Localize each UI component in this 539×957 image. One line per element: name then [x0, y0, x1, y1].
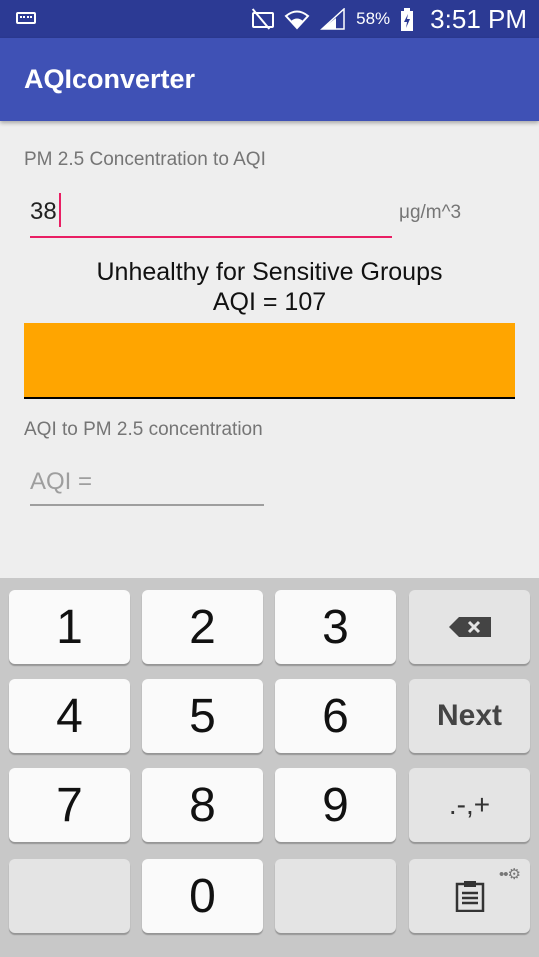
vibrate-mute-icon — [248, 8, 275, 30]
status-bar: 58% 3:51 PM — [0, 0, 539, 38]
signal-icon — [320, 8, 346, 30]
battery-charging-icon — [400, 8, 414, 31]
blank-key-right[interactable] — [275, 859, 396, 933]
aqi-color-bar — [24, 323, 515, 399]
backspace-icon — [447, 615, 493, 639]
key-8[interactable]: 8 — [142, 768, 263, 842]
key-1[interactable]: 1 — [9, 590, 130, 664]
keyboard-icon — [16, 12, 36, 24]
next-key[interactable]: Next — [409, 679, 530, 753]
key-2[interactable]: 2 — [142, 590, 263, 664]
pm-concentration-input[interactable]: 38 — [30, 188, 392, 238]
app-title: AQIconverter — [24, 64, 196, 94]
clipboard-icon — [455, 880, 485, 912]
key-9[interactable]: 9 — [275, 768, 396, 842]
battery-percent: 58% — [356, 9, 391, 28]
text-cursor — [59, 193, 61, 227]
key-7[interactable]: 7 — [9, 768, 130, 842]
backspace-key[interactable] — [409, 590, 530, 664]
key-4[interactable]: 4 — [9, 679, 130, 753]
aqi-result: AQI = 107 — [212, 288, 327, 316]
wifi-icon — [284, 8, 310, 30]
numeric-keyboard: 1 2 3 4 5 6 Next 7 8 9 .-,+ 0 ••⚙ — [0, 578, 539, 957]
app-bar: AQIconverter — [0, 38, 539, 121]
aqi-input[interactable]: AQI = — [30, 456, 264, 506]
unit-label: μg/m^3 — [399, 202, 462, 223]
gear-icon: ••⚙ — [499, 866, 521, 883]
clock: 3:51 PM — [430, 3, 527, 34]
aqi-to-pm-label: AQI to PM 2.5 concentration — [24, 419, 263, 440]
key-5[interactable]: 5 — [142, 679, 263, 753]
pm-to-aqi-label: PM 2.5 Concentration to AQI — [24, 149, 266, 170]
key-3[interactable]: 3 — [275, 590, 396, 664]
key-0[interactable]: 0 — [142, 859, 263, 933]
blank-key-left[interactable] — [9, 859, 130, 933]
aqi-input-placeholder[interactable]: AQI = — [30, 468, 92, 496]
key-6[interactable]: 6 — [275, 679, 396, 753]
clipboard-key[interactable]: ••⚙ — [409, 859, 530, 933]
pm-input-value[interactable]: 38 — [30, 198, 57, 226]
aqi-category: Unhealthy for Sensitive Groups — [96, 258, 443, 286]
symbols-key[interactable]: .-,+ — [409, 768, 530, 842]
